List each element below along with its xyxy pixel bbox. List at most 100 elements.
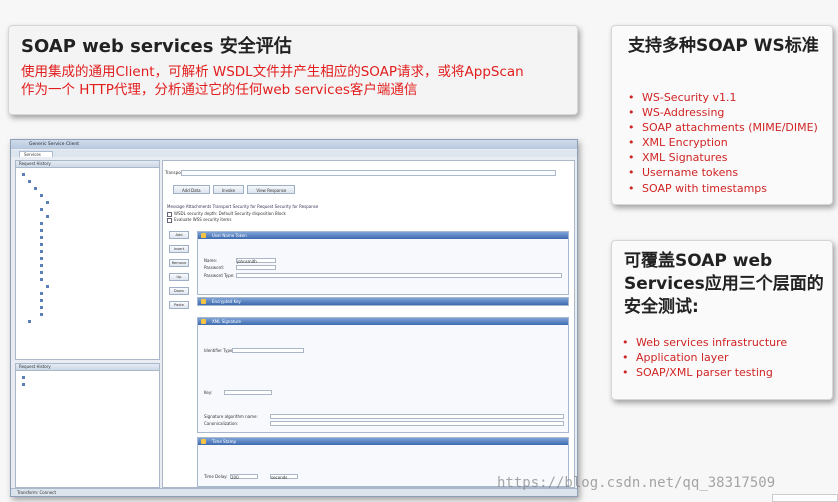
tree-item[interactable]	[40, 297, 86, 301]
corner-box	[772, 494, 838, 502]
invoke-step[interactable]: Invoke	[212, 185, 245, 194]
main-description: 使用集成的通用Client，可解析 WSDL文件并产生相应的SOAP请求，或将A…	[21, 63, 569, 99]
name-input[interactable]: johnsmith	[236, 258, 276, 264]
paste-button[interactable]: Paste	[169, 301, 189, 309]
wsdl-security-checkbox[interactable]: WSDL security depth: Default Security di…	[167, 211, 286, 217]
add-button[interactable]: Add	[169, 231, 189, 239]
bullet-icon: •	[628, 91, 635, 104]
tree-item[interactable]	[28, 178, 88, 182]
main-title: SOAP web services 安全评估	[21, 36, 292, 57]
xml-signature-header[interactable]: XML Signature	[198, 318, 568, 325]
list-item: • WS-Addressing	[628, 106, 725, 120]
list-item: • XML Encryption	[628, 136, 728, 150]
ws-standards-panel: 支持多种SOAP WS标准 • WS-Security v1.1 • WS-Addr…	[611, 25, 833, 205]
message-subtabs[interactable]: Message Attachments Transport Security f…	[167, 204, 318, 209]
xml-signature-section: XML Signature Identifier Type: Key: Sign…	[197, 317, 569, 433]
main-desc-line-2: 作为一个 HTTP代理，分析通过它的任何web services客户端通信	[21, 82, 418, 98]
view-response-step[interactable]: View Response	[247, 185, 296, 194]
bullet-icon: •	[622, 336, 629, 349]
tree-pane-header: Request History	[16, 161, 159, 168]
bullet-icon: •	[628, 136, 635, 150]
history-item[interactable]	[22, 381, 152, 385]
add-data-step[interactable]: Add Data	[173, 185, 210, 194]
list-item: • SOAP with timestamps	[628, 181, 768, 195]
list-item: • Web services infrastructure	[622, 336, 788, 349]
service-tree-pane: Request History	[15, 160, 160, 360]
password-type-select[interactable]	[236, 273, 562, 278]
user-name-token-section: User Name Token Name: johnsmith Password…	[197, 231, 569, 295]
watermark: https://blog.csdn.net/qq_38317509	[497, 475, 776, 491]
bullet-icon: •	[622, 351, 629, 364]
list-item: • WS-Security v1.1	[628, 91, 737, 104]
tree-item[interactable]	[22, 171, 52, 175]
tree-item[interactable]	[46, 213, 86, 217]
tree-item[interactable]	[40, 227, 110, 231]
tree-item[interactable]	[40, 304, 80, 308]
list-item: • SOAP attachments (MIME/DIME)	[628, 121, 818, 135]
bullet-icon: •	[628, 121, 635, 135]
canonicalization-input[interactable]	[270, 421, 564, 426]
status-bar: Transform: Connect	[11, 488, 577, 496]
request-editor-pane: Transport Add Data Invoke View Response …	[162, 160, 575, 488]
tree-item[interactable]	[40, 206, 86, 210]
transport-row: Transport	[165, 170, 574, 176]
tree-item[interactable]	[46, 199, 86, 203]
signature-method-row: Signature algorithm name:	[204, 414, 258, 419]
window-title: Generic Service Client	[29, 142, 79, 147]
coverage-panel: 可覆盖SOAP web Services应用三个层面的安全测试: • Web se…	[611, 240, 833, 400]
up-button[interactable]: Up	[169, 273, 189, 281]
tree-item[interactable]	[46, 283, 86, 287]
name-row: Name:	[204, 258, 218, 263]
transport-select[interactable]	[181, 170, 556, 176]
ws-standards-title: 支持多种SOAP WS标准	[628, 36, 819, 56]
ws-standards-list: • WS-Security v1.1 • WS-Addressing • SOAP a…	[628, 90, 818, 196]
time-stamp-header[interactable]: Time Stamp	[198, 438, 568, 445]
tree-item[interactable]	[28, 318, 62, 322]
bullet-icon: •	[628, 166, 635, 180]
tree-item[interactable]	[40, 276, 90, 280]
coverage-list: • Web services infrastructure • Applicatio…	[622, 335, 787, 380]
tree-item[interactable]	[40, 311, 88, 315]
history-item[interactable]	[22, 374, 102, 378]
password-input[interactable]	[236, 265, 276, 270]
time-unit-select[interactable]: seconds	[270, 474, 298, 480]
user-token-header[interactable]: User Name Token	[198, 232, 568, 239]
tree-item[interactable]	[40, 248, 80, 252]
tree-item[interactable]	[40, 192, 80, 196]
bullet-icon: •	[628, 151, 635, 165]
main-panel: SOAP web services 安全评估 使用集成的通用Client，可解析…	[8, 25, 578, 115]
tree-item[interactable]	[40, 234, 95, 238]
evaluate-wss-checkbox[interactable]: Evaluate WSS security items	[167, 217, 231, 223]
canonicalization-row: Canonicalization:	[204, 421, 239, 426]
key-select[interactable]	[224, 390, 272, 395]
tree-item[interactable]	[40, 220, 82, 224]
list-item: • Application layer	[622, 351, 729, 364]
tree-item[interactable]	[40, 255, 90, 259]
tree-item[interactable]	[40, 290, 84, 294]
window-titlebar: Generic Service Client	[11, 140, 577, 149]
tree-item[interactable]	[40, 241, 80, 245]
remove-button[interactable]: Remove	[169, 259, 189, 267]
list-item: • SOAP/XML parser testing	[622, 366, 773, 379]
tree-item[interactable]	[40, 262, 92, 266]
time-delay-input[interactable]: 200	[230, 474, 258, 480]
tree-item[interactable]	[40, 269, 84, 273]
identifier-row: Identifier Type:	[204, 348, 234, 353]
workflow-steps: Add Data Invoke View Response	[173, 185, 297, 194]
history-pane-header: Request History	[16, 364, 159, 371]
tab-strip	[11, 150, 577, 157]
app-screenshot-window: Generic Service Client Services Request …	[10, 139, 578, 497]
identifier-select[interactable]	[232, 348, 304, 353]
tab-services[interactable]: Services	[19, 151, 53, 157]
list-item: • XML Signatures	[628, 151, 728, 165]
signature-method-input[interactable]	[270, 414, 564, 419]
request-history-pane: Request History	[15, 363, 160, 488]
insert-button[interactable]: Insert	[169, 245, 189, 253]
tree-item[interactable]	[34, 185, 144, 189]
bullet-icon: •	[628, 181, 635, 195]
down-button[interactable]: Down	[169, 287, 189, 295]
encrypted-key-header[interactable]: Encrypted Key	[198, 298, 568, 305]
bullet-icon: •	[622, 366, 629, 379]
password-type-row: Password Type:	[204, 273, 235, 278]
list-item: • Username tokens	[628, 166, 739, 180]
